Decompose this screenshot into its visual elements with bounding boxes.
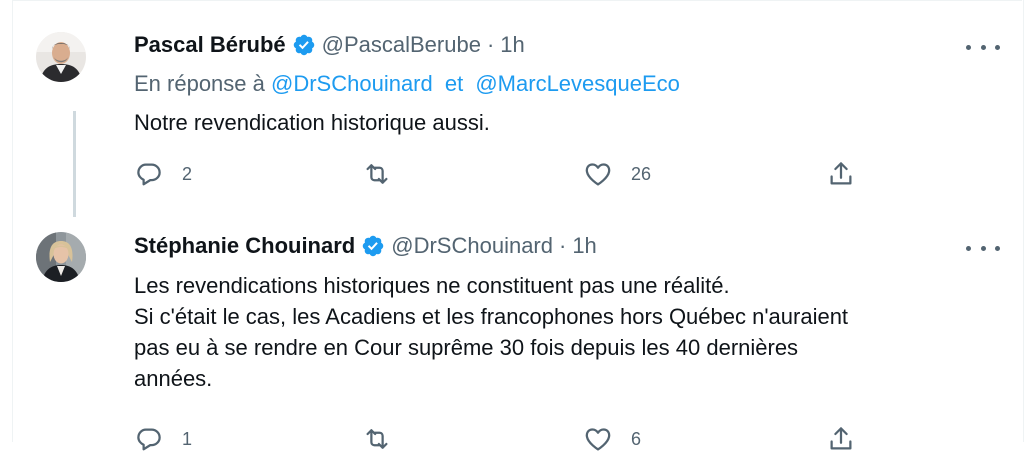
avatar-pascal[interactable]: [36, 32, 86, 82]
share-icon: [830, 427, 852, 450]
retweet-icon: [366, 164, 388, 184]
verified-badge-icon: [292, 33, 316, 57]
heart-icon: [585, 428, 611, 451]
tweet-text: Notre revendication historique aussi.: [134, 107, 490, 138]
reply-button[interactable]: 2: [134, 159, 192, 189]
like-count: 6: [631, 428, 642, 449]
avatar-stephanie[interactable]: [36, 232, 86, 282]
timestamp[interactable]: 1h: [500, 32, 524, 58]
author-name[interactable]: Stéphanie Chouinard: [134, 233, 355, 259]
reply-icon: [137, 163, 161, 186]
share-button[interactable]: [826, 159, 856, 189]
tweet-text-line: Les revendications historiques ne consti…: [134, 273, 730, 298]
more-options-icon[interactable]: [966, 237, 1000, 259]
like-button[interactable]: 26: [583, 159, 651, 189]
retweet-icon: [366, 429, 388, 449]
reply-icon: [137, 428, 161, 451]
share-icon: [830, 162, 852, 185]
retweet-button[interactable]: [362, 424, 410, 454]
separator-dot: ·: [558, 233, 567, 258]
reply-prefix: En réponse à: [134, 71, 265, 96]
reply-count: 2: [182, 163, 193, 184]
reply-mention-marclevesqueeco[interactable]: @MarcLevesqueEco: [475, 71, 680, 96]
tweet-header: Stéphanie Chouinard @DrSChouinard · 1h: [134, 233, 597, 259]
reply-button[interactable]: 1: [134, 424, 192, 454]
share-button[interactable]: [826, 424, 856, 454]
tweet-header: Pascal Bérubé @PascalBerube · 1h: [134, 32, 525, 58]
verified-badge-icon: [361, 234, 385, 258]
timestamp[interactable]: 1h: [572, 233, 596, 259]
separator-dot: ·: [486, 32, 495, 57]
tweet-text: Les revendications historiques ne consti…: [134, 270, 848, 394]
tweet-text-line: pas eu à se rendre en Cour suprême 30 fo…: [134, 335, 799, 360]
heart-icon: [585, 163, 611, 186]
like-count: 26: [631, 163, 652, 184]
reply-count: 1: [182, 428, 193, 449]
thread-connector: [73, 111, 76, 217]
author-handle[interactable]: @PascalBerube: [322, 32, 481, 58]
author-name[interactable]: Pascal Bérubé: [134, 32, 286, 58]
tweet-text-line: Notre revendication historique aussi.: [134, 110, 490, 135]
reply-context: En réponse à @DrSChouinard et @MarcLeves…: [134, 71, 680, 97]
author-handle[interactable]: @DrSChouinard: [391, 233, 553, 259]
like-button[interactable]: 6: [583, 424, 641, 454]
retweet-button[interactable]: [362, 159, 410, 189]
reply-join: et: [444, 71, 464, 96]
reply-mention-drschouinard[interactable]: @DrSChouinard: [271, 71, 433, 96]
tweet-text-line: Si c'était le cas, les Acadiens et les f…: [134, 304, 849, 329]
tweet-text-line: années.: [134, 366, 213, 391]
top-divider: [13, 0, 1022, 1]
more-options-icon[interactable]: [966, 36, 1000, 58]
